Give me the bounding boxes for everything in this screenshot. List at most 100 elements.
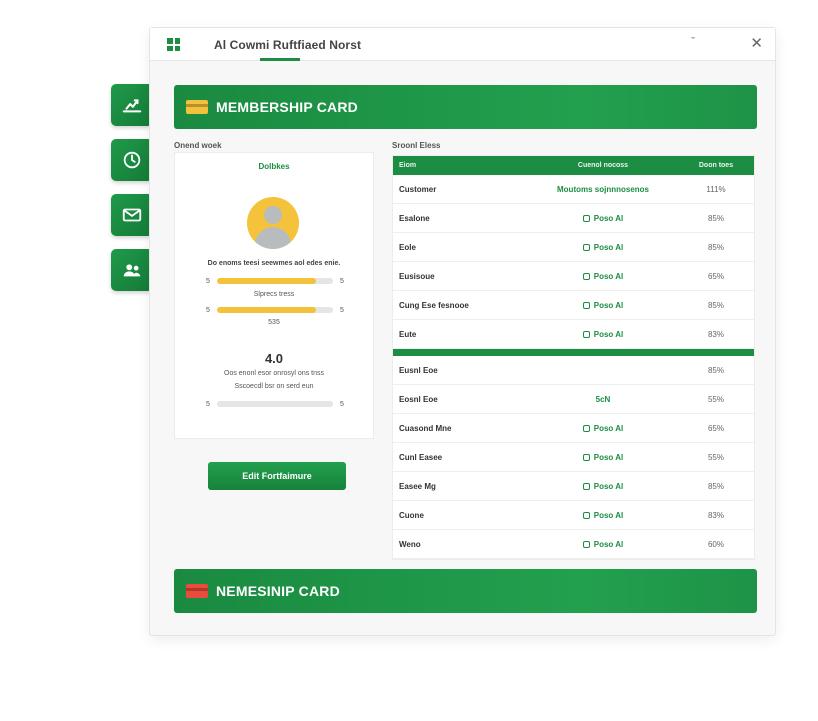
table-row[interactable]: Eosnl Eoe 5cN 55% <box>393 385 754 414</box>
clock-icon <box>123 151 141 169</box>
row-status: Poso Al <box>528 453 678 462</box>
app-grid-icon <box>167 38 180 51</box>
row-name: Esalone <box>399 213 430 223</box>
status-text: Poso Al <box>593 481 624 491</box>
row-status: Poso Al <box>528 540 678 549</box>
status-text: Poso Al <box>593 539 624 549</box>
status-text: Poso Al <box>593 452 624 462</box>
table-row[interactable]: Eole Poso Al 85% <box>393 233 754 262</box>
row-percent: 65% <box>707 271 724 281</box>
row-percent: 83% <box>707 329 724 339</box>
row-name: Eusisoue <box>399 271 435 281</box>
status-icon <box>582 330 590 338</box>
dock-history-button[interactable] <box>111 139 153 181</box>
progress-bar-3: 5 5 <box>203 399 347 409</box>
users-icon <box>123 264 141 277</box>
bar-caption-2: 535 <box>268 319 280 326</box>
row-name: Cuone <box>399 510 424 520</box>
table-row[interactable]: Customer Moutoms sojnnnosenos 111% <box>393 175 754 204</box>
dock-analytics-button[interactable] <box>111 84 153 126</box>
left-dock <box>111 84 153 304</box>
banner-title: NEMESINIP CARD <box>216 583 340 599</box>
row-name: Eusnl Eoe <box>399 365 438 375</box>
table-row[interactable]: Easee Mg Poso Al 85% <box>393 472 754 501</box>
table-row[interactable]: Cuone Poso Al 83% <box>393 501 754 530</box>
bar-max: 5 <box>340 306 344 314</box>
table-row[interactable]: Eusisoue Poso Al 65% <box>393 262 754 291</box>
status-icon <box>582 453 590 461</box>
status-text: Poso Al <box>593 300 624 310</box>
bar-fill <box>217 278 316 284</box>
banner-title: MEMBERSHIP CARD <box>216 99 358 115</box>
card-icon <box>186 100 208 114</box>
row-name: Customer <box>399 184 437 194</box>
status-text: Poso Al <box>593 423 624 433</box>
status-text: Poso Al <box>593 271 624 281</box>
active-tab-indicator <box>260 58 300 61</box>
status-icon <box>582 540 590 548</box>
bar-min: 5 <box>206 277 210 285</box>
row-name: Easee Mg <box>399 481 436 491</box>
status-icon <box>582 482 590 490</box>
column-header-name[interactable]: Eiom <box>393 162 528 169</box>
bar-caption-1: Slprecs tress <box>253 291 295 298</box>
membership-banner-bottom: NEMESINIP CARD <box>174 569 757 613</box>
membership-banner-top: MEMBERSHIP CARD <box>174 85 757 129</box>
status-text: Poso Al <box>593 329 624 339</box>
row-status: Poso Al <box>528 214 678 223</box>
row-name: Cunl Easee <box>399 452 443 462</box>
dock-mail-button[interactable] <box>111 194 153 236</box>
mail-icon <box>122 208 142 222</box>
status-icon <box>582 424 590 432</box>
row-percent: 85% <box>707 481 724 491</box>
table-row[interactable]: Cunl Easee Poso Al 55% <box>393 443 754 472</box>
bar-min: 5 <box>206 400 210 408</box>
status-icon <box>582 243 590 251</box>
status-text: Poso Al <box>593 242 624 252</box>
row-status: Poso Al <box>528 482 678 491</box>
status-icon <box>582 272 590 280</box>
table-row[interactable]: Weno Poso Al 60% <box>393 530 754 559</box>
row-percent: 65% <box>707 423 724 433</box>
profile-description: Do enoms teesi seewmes aol edes enie. <box>207 260 341 267</box>
chevron-down-icon[interactable]: ˇ <box>691 36 695 48</box>
table-section-label: Sroonl Eless <box>392 141 441 150</box>
row-percent: 60% <box>707 539 724 549</box>
row-percent: 111% <box>706 184 726 194</box>
row-status: Poso Al <box>528 511 678 520</box>
status-icon <box>582 511 590 519</box>
table-row[interactable]: Cuasond Mne Poso Al 65% <box>393 414 754 443</box>
table-row[interactable]: Eusnl Eoe 85% <box>393 356 754 385</box>
table-body-a: Customer Moutoms sojnnnosenos 111% Esalone P… <box>393 175 754 349</box>
card-icon <box>186 584 208 598</box>
bar-fill <box>217 307 316 313</box>
dock-people-button[interactable] <box>111 249 153 291</box>
row-status: Poso Al <box>528 330 678 339</box>
score-value: 4.0 <box>264 351 284 366</box>
column-header-status[interactable]: Cuenol nocoss <box>528 162 678 169</box>
profile-note-2: Sscoecdl bsr on serd eun <box>234 383 314 390</box>
table-header: Eiom Cuenol nocoss Doon toes <box>393 156 754 175</box>
column-header-percent[interactable]: Doon toes <box>678 162 754 169</box>
row-name: Eole <box>399 242 416 252</box>
avatar <box>247 197 299 249</box>
status-icon <box>582 301 590 309</box>
table-row[interactable]: Eute Poso Al 83% <box>393 320 754 349</box>
profile-note-1: Oos enonl esor onrosyl ons tnss <box>224 370 324 377</box>
status-text: Poso Al <box>593 213 624 223</box>
window-title: Al Cowmi Ruftfiaed Norst <box>214 38 362 52</box>
edit-profile-button[interactable]: Edit Fortfaimure <box>208 462 346 490</box>
row-name: Cung Ese fesnooe <box>399 300 469 310</box>
row-name: Eute <box>399 329 417 339</box>
row-percent: 85% <box>707 242 724 252</box>
progress-bar-1: 5 5 <box>203 276 347 286</box>
row-status: Poso Al <box>528 424 678 433</box>
table-row[interactable]: Cung Ese fesnooe Poso Al 85% <box>393 291 754 320</box>
title-bar: Al Cowmi Ruftfiaed Norst ˇ ✕ <box>150 28 775 61</box>
table-row[interactable]: Esalone Poso Al 85% <box>393 204 754 233</box>
close-icon[interactable]: ✕ <box>750 34 763 52</box>
row-percent: 85% <box>707 300 724 310</box>
progress-bar-2: 5 5 <box>203 305 347 315</box>
row-name: Cuasond Mne <box>399 423 452 433</box>
bar-min: 5 <box>206 306 210 314</box>
